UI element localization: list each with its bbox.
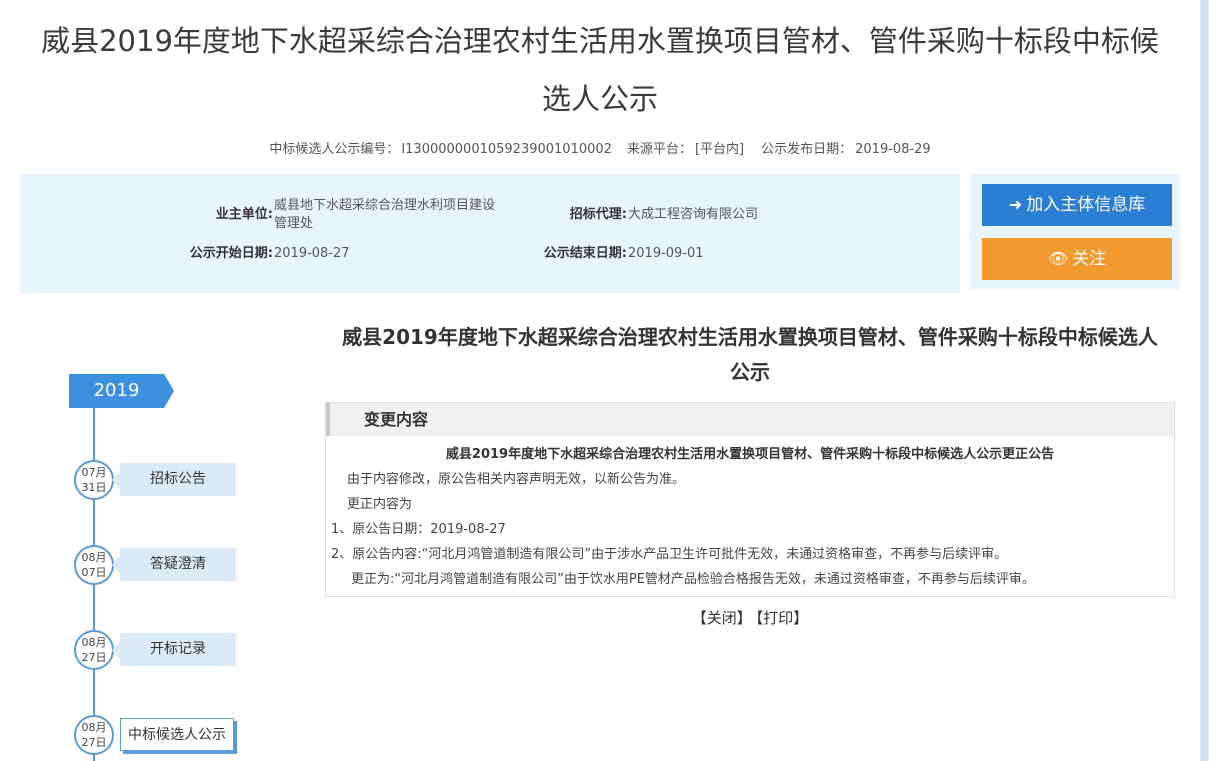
start-date-value: 2019-08-27 (274, 246, 350, 261)
content-title: 威县2019年度地下水超采综合治理农村生活用水置换项目管材、管件采购十标段中标候… (320, 320, 1180, 390)
follow-label: 关注 (1072, 249, 1107, 269)
change-line: 更正内容为 (347, 497, 413, 512)
timeline-date-month: 08月 (81, 721, 107, 734)
sign-in-icon: ➜ (1008, 195, 1023, 214)
timeline-date-month: 07月 (81, 466, 107, 479)
end-date-label: 公示结束日期: (543, 246, 627, 261)
timeline-date: 08月 07日 (74, 545, 114, 585)
notice-meta: 中标候选人公示编号： I1300000001059239001010002 来源平台… (20, 140, 1180, 160)
timeline-item-bid-opening[interactable]: 开标记录 (120, 633, 236, 666)
notice-no: I1300000001059239001010002 (401, 142, 612, 157)
change-line: 更正为:“河北月鸿管道制造有限公司”由于饮水用PE管材产品检验合格报告无效，未通… (351, 572, 1035, 587)
timeline-date-day: 31日 (81, 481, 107, 494)
agent-value: 大成工程咨询有限公司 (628, 207, 759, 222)
scrollbar-thumb[interactable] (1201, 0, 1208, 761)
timeline-year-arrow (164, 374, 174, 408)
print-link[interactable]: 【打印】 (756, 609, 809, 627)
agent-label: 招标代理: (569, 207, 627, 222)
timeline-date-day: 07日 (81, 566, 107, 579)
timeline-pointer (112, 556, 120, 574)
timeline-date-month: 08月 (81, 551, 107, 564)
timeline-date-day: 27日 (81, 736, 107, 749)
add-to-library-button[interactable]: ➜ 加入主体信息库 (982, 184, 1172, 226)
change-content-box: 变更内容 威县2019年度地下水超采综合治理农村生活用水置换项目管材、管件采购十… (325, 402, 1175, 597)
change-content-header: 变更内容 (326, 403, 1174, 436)
source-value: [平台内] (694, 142, 745, 157)
end-date-value: 2019-09-01 (628, 246, 704, 261)
change-line: 2、原公告内容:“河北月鸿管道制造有限公司”由于涉水产品卫生许可批件无效，未通过… (331, 547, 1008, 562)
publish-date: 2019-08-29 (855, 142, 931, 157)
page-title: 威县2019年度地下水超采综合治理农村生活用水置换项目管材、管件采购十标段中标候… (20, 12, 1180, 128)
source-label: 来源平台： (626, 142, 692, 157)
timeline-date: 08月 27日 (74, 715, 114, 755)
timeline-item-tender-notice[interactable]: 招标公告 (120, 463, 236, 496)
timeline-date: 08月 27日 (74, 630, 114, 670)
owner-value-line1: 威县地下水超采综合治理水利项目建设 (274, 198, 496, 213)
content-title-line1: 威县2019年度地下水超采综合治理农村生活用水置换项目管材、管件采购十标段中标候… (342, 325, 1158, 349)
info-panel: 业主单位: 威县地下水超采综合治理水利项目建设 管理处 招标代理: 大成工程咨询… (20, 174, 960, 293)
change-line: 1、原公告日期：2019-08-27 (331, 522, 506, 537)
notice-no-label: 中标候选人公示编号： (269, 142, 400, 157)
timeline-date-month: 08月 (81, 636, 107, 649)
close-link[interactable]: 【关闭】 (692, 609, 752, 627)
follow-button[interactable]: 👁 关注 (982, 238, 1172, 280)
timeline-date: 07月 31日 (74, 460, 114, 500)
eye-icon: 👁 (1047, 249, 1069, 268)
add-to-library-label: 加入主体信息库 (1026, 195, 1146, 215)
timeline-date-day: 27日 (81, 651, 107, 664)
owner-value: 威县地下水超采综合治理水利项目建设 管理处 (274, 197, 524, 233)
footer-links: 【关闭】 【打印】 (320, 608, 1180, 628)
timeline-item-candidate-notice[interactable]: 中标候选人公示 (120, 718, 234, 751)
action-panel: ➜ 加入主体信息库 👁 关注 (970, 174, 1180, 289)
content-title-line2: 公示 (730, 360, 770, 384)
page-title-line1: 威县2019年度地下水超采综合治理农村生活用水置换项目管材、管件采购十标段中标候 (41, 24, 1159, 58)
owner-label: 业主单位: (215, 207, 273, 222)
timeline-pointer (112, 471, 120, 489)
page-title-line2: 选人公示 (541, 82, 658, 116)
timeline-pointer (112, 641, 120, 659)
timeline-year: 2019 (69, 374, 164, 408)
publish-label: 公示发布日期： (761, 142, 853, 157)
owner-value-line2: 管理处 (274, 216, 314, 231)
correction-notice-title: 威县2019年度地下水超采综合治理农村生活用水置换项目管材、管件采购十标段中标候… (445, 447, 1055, 462)
change-line: 由于内容修改，原公告相关内容声明无效，以新公告为准。 (347, 472, 686, 487)
timeline-item-clarification[interactable]: 答疑澄清 (120, 548, 236, 581)
start-date-label: 公示开始日期: (189, 246, 273, 261)
